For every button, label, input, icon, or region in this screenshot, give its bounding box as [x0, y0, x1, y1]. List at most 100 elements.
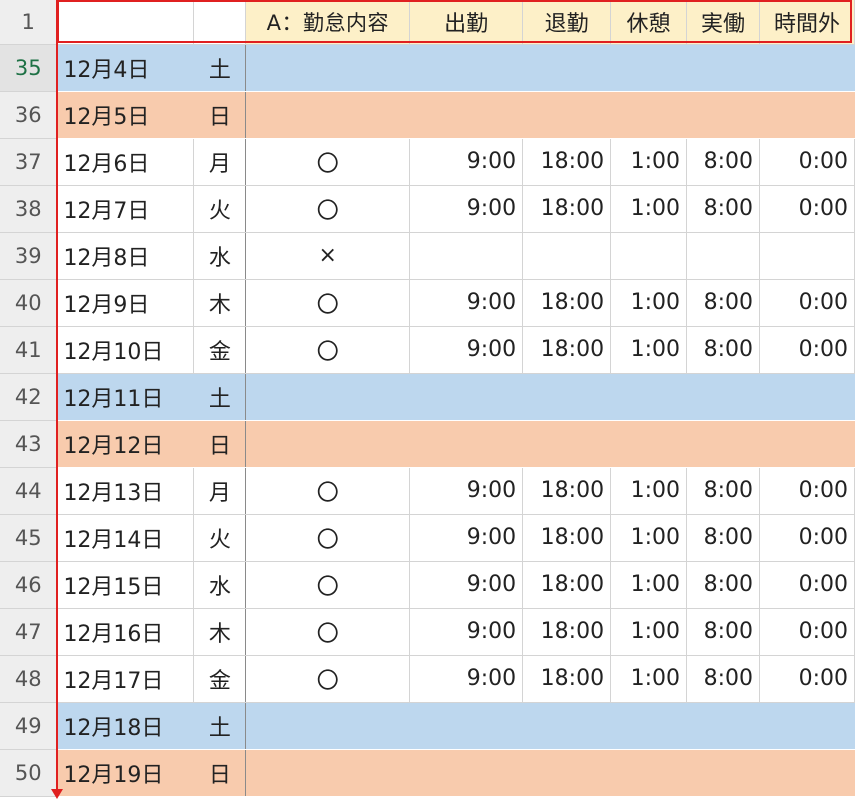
cell-clock-in[interactable] — [409, 44, 524, 92]
cell-clock-in[interactable] — [409, 373, 524, 421]
header-cell-actual[interactable]: 実働 — [686, 0, 760, 45]
cell-overtime[interactable] — [759, 420, 855, 468]
cell-date[interactable]: 12月9日 — [56, 279, 195, 327]
cell-attendance-status[interactable]: 〇 — [245, 279, 411, 327]
row-number[interactable]: 41 — [0, 326, 58, 374]
cell-weekday[interactable]: 土 — [193, 702, 247, 750]
cell-clock-out[interactable]: 18:00 — [522, 514, 612, 562]
cell-weekday[interactable]: 火 — [193, 514, 247, 562]
cell-attendance-status[interactable]: 〇 — [245, 467, 411, 515]
cell-weekday[interactable]: 日 — [193, 749, 247, 797]
cell-clock-out[interactable]: 18:00 — [522, 185, 612, 233]
cell-weekday[interactable]: 月 — [193, 138, 247, 186]
cell-overtime[interactable] — [759, 749, 855, 797]
cell-break[interactable] — [610, 702, 688, 750]
cell-date[interactable]: 12月14日 — [56, 514, 195, 562]
header-cell-attendance[interactable]: A：勤怠内容 — [245, 0, 411, 45]
cell-weekday[interactable]: 水 — [193, 561, 247, 609]
cell-actual[interactable]: 8:00 — [686, 138, 760, 186]
cell-actual[interactable]: 8:00 — [686, 608, 760, 656]
cell-overtime[interactable] — [759, 44, 855, 92]
cell-weekday[interactable]: 金 — [193, 326, 247, 374]
spreadsheet[interactable]: 1 A：勤怠内容 出勤 退勤 休憩 実働 時間外 35 12月4日土 36 12月5日… — [0, 0, 855, 800]
cell-break[interactable] — [610, 91, 688, 139]
row-number[interactable]: 36 — [0, 91, 58, 139]
cell-break[interactable]: 1:00 — [610, 514, 688, 562]
cell-overtime[interactable]: 0:00 — [759, 467, 855, 515]
cell-weekday[interactable]: 日 — [193, 91, 247, 139]
cell-attendance-status[interactable]: 〇 — [245, 185, 411, 233]
cell-clock-out[interactable]: 18:00 — [522, 279, 612, 327]
row-number[interactable]: 46 — [0, 561, 58, 609]
cell-weekday[interactable]: 木 — [193, 608, 247, 656]
cell-clock-in[interactable]: 9:00 — [409, 561, 524, 609]
cell-break[interactable]: 1:00 — [610, 608, 688, 656]
cell-break[interactable]: 1:00 — [610, 138, 688, 186]
cell-actual[interactable] — [686, 91, 760, 139]
cell-break[interactable] — [610, 749, 688, 797]
cell-clock-out[interactable] — [522, 91, 612, 139]
row-number[interactable]: 45 — [0, 514, 58, 562]
cell-overtime[interactable] — [759, 91, 855, 139]
header-cell-overtime[interactable]: 時間外 — [759, 0, 855, 45]
row-number[interactable]: 50 — [0, 749, 58, 797]
cell-clock-in[interactable]: 9:00 — [409, 326, 524, 374]
header-cell-day[interactable] — [193, 0, 247, 45]
cell-weekday[interactable]: 土 — [193, 44, 247, 92]
cell-clock-out[interactable] — [522, 702, 612, 750]
cell-date[interactable]: 12月5日 — [56, 91, 195, 139]
cell-date[interactable]: 12月16日 — [56, 608, 195, 656]
cell-date[interactable]: 12月10日 — [56, 326, 195, 374]
cell-clock-out[interactable]: 18:00 — [522, 138, 612, 186]
cell-actual[interactable]: 8:00 — [686, 467, 760, 515]
cell-weekday[interactable]: 木 — [193, 279, 247, 327]
cell-attendance-status[interactable] — [245, 91, 411, 139]
cell-overtime[interactable]: 0:00 — [759, 561, 855, 609]
cell-clock-in[interactable]: 9:00 — [409, 467, 524, 515]
cell-clock-out[interactable]: 18:00 — [522, 467, 612, 515]
row-number[interactable]: 1 — [0, 0, 58, 45]
row-number[interactable]: 40 — [0, 279, 58, 327]
cell-overtime[interactable]: 0:00 — [759, 185, 855, 233]
header-cell-date[interactable] — [56, 0, 195, 45]
cell-actual[interactable]: 8:00 — [686, 514, 760, 562]
cell-attendance-status[interactable]: 〇 — [245, 326, 411, 374]
cell-overtime[interactable]: 0:00 — [759, 655, 855, 703]
cell-clock-in[interactable] — [409, 702, 524, 750]
row-number[interactable]: 43 — [0, 420, 58, 468]
cell-break[interactable] — [610, 232, 688, 280]
cell-clock-out[interactable]: 18:00 — [522, 326, 612, 374]
cell-break[interactable] — [610, 420, 688, 468]
row-number[interactable]: 38 — [0, 185, 58, 233]
cell-clock-out[interactable]: 18:00 — [522, 655, 612, 703]
row-number[interactable]: 44 — [0, 467, 58, 515]
cell-break[interactable]: 1:00 — [610, 185, 688, 233]
cell-attendance-status[interactable]: 〇 — [245, 608, 411, 656]
cell-actual[interactable] — [686, 420, 760, 468]
cell-clock-in[interactable] — [409, 232, 524, 280]
cell-break[interactable] — [610, 44, 688, 92]
cell-overtime[interactable]: 0:00 — [759, 279, 855, 327]
cell-attendance-status[interactable] — [245, 749, 411, 797]
cell-clock-in[interactable]: 9:00 — [409, 514, 524, 562]
cell-clock-in[interactable] — [409, 420, 524, 468]
header-cell-clock-out[interactable]: 退勤 — [522, 0, 612, 45]
cell-actual[interactable] — [686, 232, 760, 280]
row-number[interactable]: 37 — [0, 138, 58, 186]
cell-clock-out[interactable]: 18:00 — [522, 608, 612, 656]
cell-date[interactable]: 12月7日 — [56, 185, 195, 233]
cell-attendance-status[interactable] — [245, 44, 411, 92]
cell-clock-in[interactable]: 9:00 — [409, 655, 524, 703]
cell-attendance-status[interactable]: × — [245, 232, 411, 280]
cell-weekday[interactable]: 日 — [193, 420, 247, 468]
cell-clock-out[interactable] — [522, 44, 612, 92]
cell-date[interactable]: 12月19日 — [56, 749, 195, 797]
cell-actual[interactable]: 8:00 — [686, 185, 760, 233]
cell-break[interactable]: 1:00 — [610, 561, 688, 609]
cell-clock-in[interactable]: 9:00 — [409, 138, 524, 186]
cell-date[interactable]: 12月13日 — [56, 467, 195, 515]
cell-actual[interactable] — [686, 702, 760, 750]
cell-date[interactable]: 12月6日 — [56, 138, 195, 186]
row-number[interactable]: 42 — [0, 373, 58, 421]
cell-attendance-status[interactable]: 〇 — [245, 138, 411, 186]
